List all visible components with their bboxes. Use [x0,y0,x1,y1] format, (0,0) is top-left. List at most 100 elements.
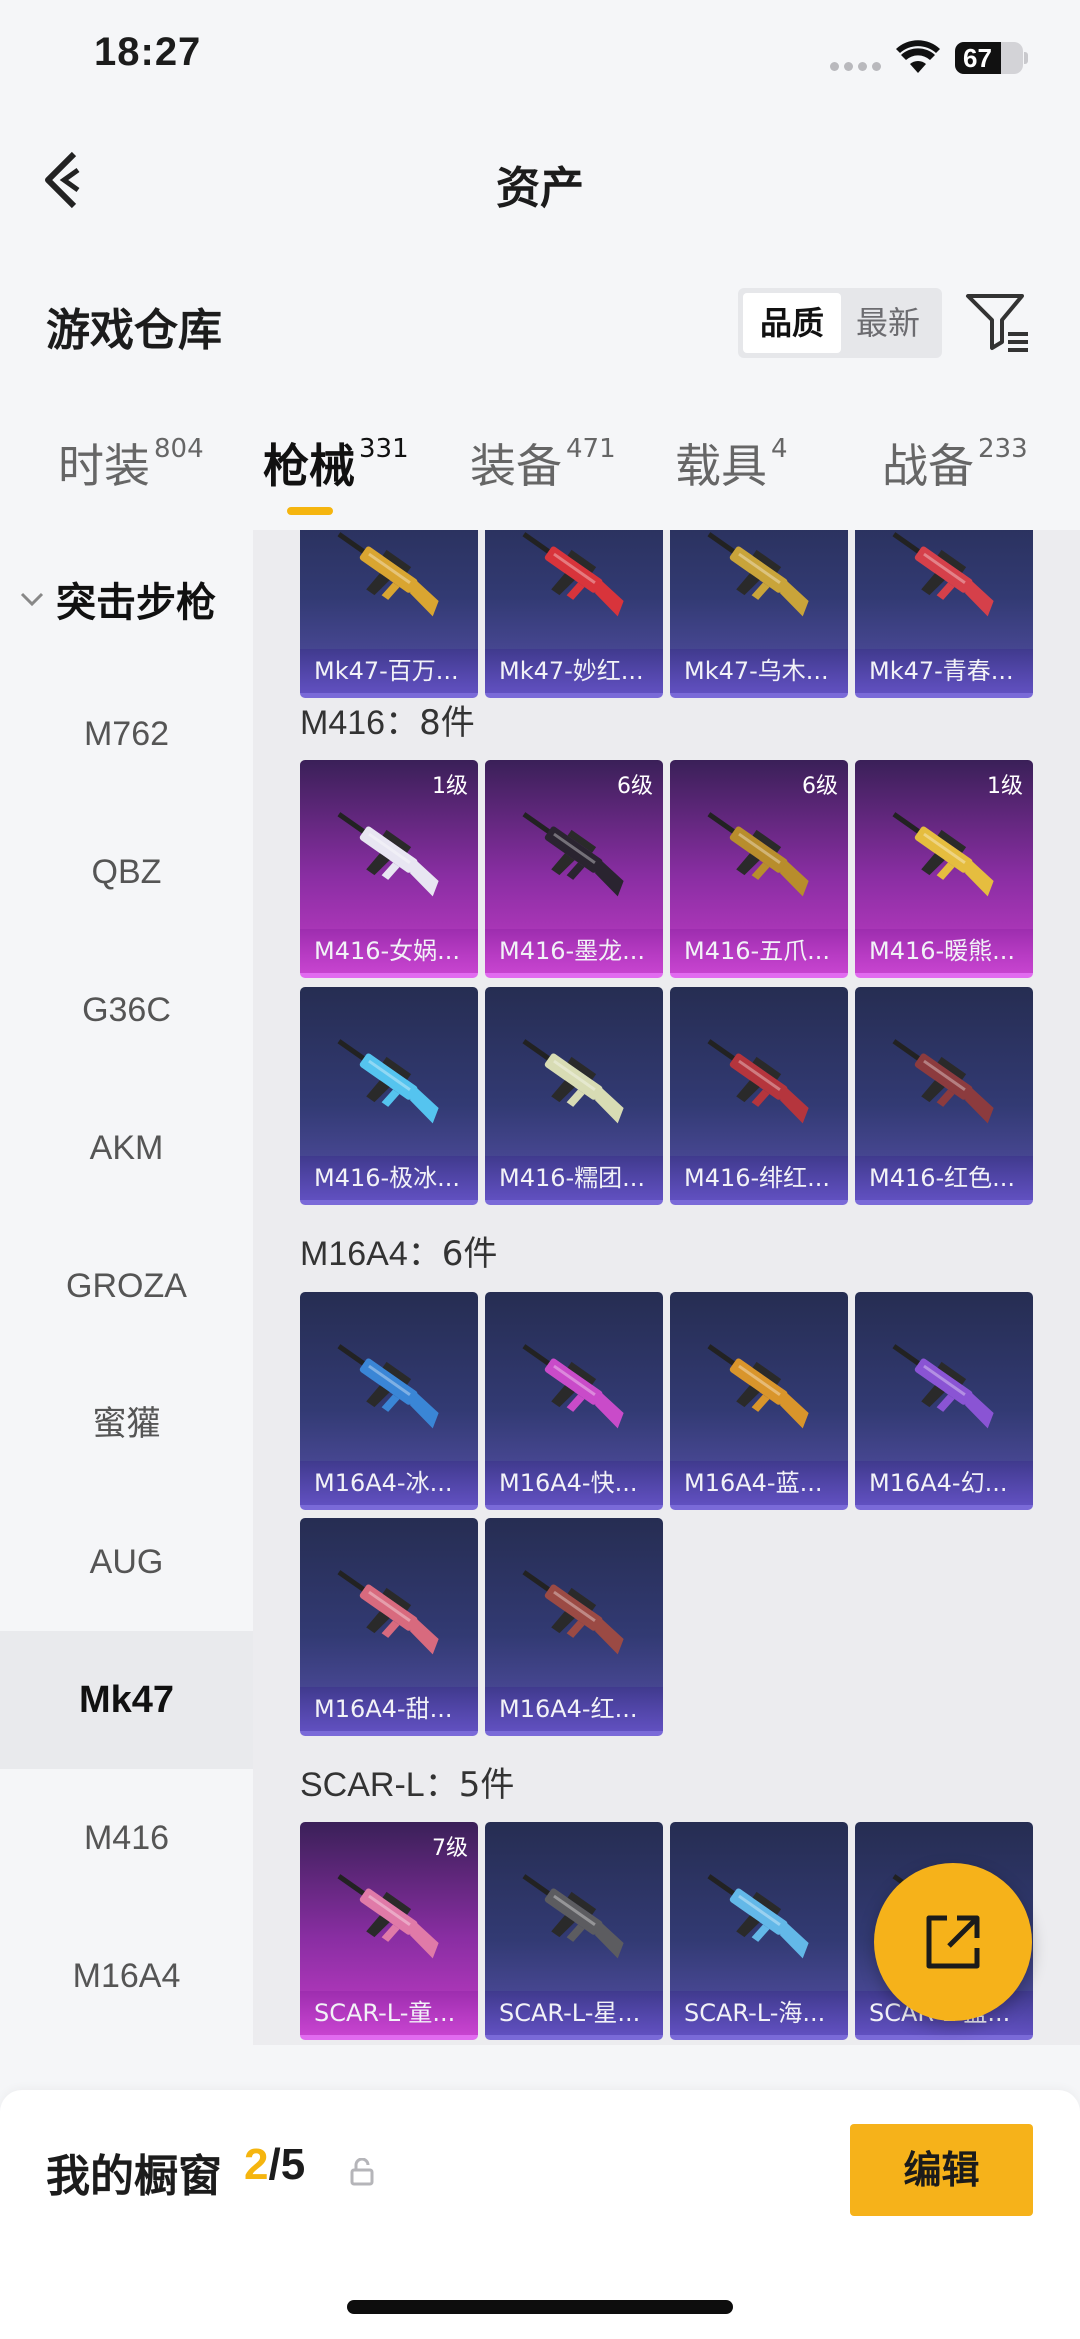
skin-card[interactable]: M16A4-幻... [855,1292,1033,1510]
weapon-skin-image [337,812,439,897]
weapon-skin-image [522,1039,624,1124]
wifi-icon [896,40,940,73]
skin-card[interactable]: M416-绯红... [670,987,848,1205]
sort-latest-button[interactable]: 最新 [839,293,937,353]
group-separator: ： [385,703,420,743]
skin-card[interactable]: M16A4-红... [485,1518,663,1736]
weapon-skin-image [522,1344,624,1429]
tab-count: 233 [978,434,1028,464]
tab-equipment[interactable]: 装备 471 [470,430,616,530]
skin-level: 1级 [987,774,1023,799]
nav-bar: 资产 [0,130,1080,230]
sort-quality-button[interactable]: 品质 [743,293,841,353]
weapon-skin-image [892,1039,994,1124]
skin-card[interactable]: Mk47-乌木... [670,530,848,698]
battery-tip [1024,52,1028,64]
category-item-mk47[interactable]: Mk47 [0,1631,253,1769]
tab-label: 时装 [58,439,150,493]
tab-label: 装备 [470,439,562,493]
skin-card[interactable]: Mk47-青春... [855,530,1033,698]
weapon-skin-image [707,532,809,617]
showcase-title: 我的橱窗 [46,2151,222,2202]
tab-count: 4 [771,434,788,464]
category-item-groza[interactable]: GROZA [0,1217,253,1355]
category-item-honey-badger[interactable]: 蜜獾 [0,1355,253,1493]
skin-card[interactable]: M16A4-蓝... [670,1292,848,1510]
category-item-akm[interactable]: AKM [0,1079,253,1217]
skin-card[interactable]: SCAR-L-海... [670,1822,848,2040]
weapon-category-list: 突击步枪 M762 QBZ G36C AKM GROZA 蜜獾 AUG Mk47… [0,530,253,2040]
share-fab-button[interactable] [874,1863,1032,2021]
skin-name: M416-暖熊... [855,929,1033,973]
tab-firearms[interactable]: 枪械 331 [263,430,409,530]
weapon-skin-image [337,1570,439,1655]
skin-name: SCAR-L-海... [670,1991,848,2035]
weapon-skin-image [522,812,624,897]
group-name: M16A4 [300,1235,408,1273]
skin-level: 6级 [617,774,653,799]
weapon-skin-image [522,1570,624,1655]
chevron-down-icon [20,592,44,607]
skin-card[interactable]: M416-极冰... [300,987,478,1205]
skin-card[interactable]: 7级 SCAR-L-童... [300,1822,478,2040]
skin-card[interactable]: 6级 M416-五爪... [670,760,848,978]
skin-card[interactable]: 1级 M416-女娲... [300,760,478,978]
category-item-m416[interactable]: M416 [0,1769,253,1907]
group-label-scar-l: SCAR-L：5件 [300,1757,514,1806]
skin-name: M16A4-幻... [855,1461,1033,1505]
cellular-signal-icon [830,62,881,71]
tab-label: 载具 [675,439,767,493]
group-name: SCAR-L [300,1766,425,1804]
skin-name: Mk47-乌木... [670,649,848,693]
weapon-skin-image [707,1874,809,1959]
category-group-assault-rifles[interactable]: 突击步枪 [18,570,216,628]
skin-card[interactable]: M416-红色... [855,987,1033,1205]
skin-name: M16A4-甜... [300,1687,478,1731]
skin-card[interactable]: M16A4-冰... [300,1292,478,1510]
skin-name: M416-糯团... [485,1156,663,1200]
skin-name: M416-红色... [855,1156,1033,1200]
skin-card[interactable]: Mk47-妙红... [485,530,663,698]
group-count: 6件 [441,1234,498,1274]
skin-name: M16A4-蓝... [670,1461,848,1505]
tab-vehicles[interactable]: 载具 4 [675,430,788,530]
skin-card[interactable]: SCAR-L-星... [485,1822,663,2040]
showcase-current: 2 [244,2140,269,2189]
tab-count: 804 [154,434,204,464]
skin-name: Mk47-青春... [855,649,1033,693]
category-item-m16a4[interactable]: M16A4 [0,1907,253,2040]
category-group-label: 突击步枪 [56,580,216,626]
category-item-aug[interactable]: AUG [0,1493,253,1631]
skin-card[interactable]: M16A4-甜... [300,1518,478,1736]
status-bar: 18:27 67 [0,0,1080,118]
skin-name: M16A4-快... [485,1461,663,1505]
filter-icon[interactable] [964,290,1030,354]
skin-card[interactable]: Mk47-百万... [300,530,478,698]
group-count: 8件 [419,703,475,743]
skin-card[interactable]: M416-糯团... [485,987,663,1205]
skin-name: M416-墨龙... [485,929,663,973]
weapon-skin-image [337,1039,439,1124]
weapon-skin-grid: Mk47-百万... Mk47-妙红... Mk47-乌木... Mk47-青春… [253,530,1080,2045]
page-title: 资产 [496,163,584,214]
skin-name: M16A4-冰... [300,1461,478,1505]
category-item-m762[interactable]: M762 [0,665,253,803]
group-separator: ： [407,1234,442,1274]
skin-card[interactable]: M16A4-快... [485,1292,663,1510]
skin-card[interactable]: 1级 M416-暖熊... [855,760,1033,978]
edit-button[interactable]: 编辑 [850,2124,1033,2216]
battery-percent: 67 [963,43,992,73]
weapon-skin-image [707,1344,809,1429]
skin-name: M416-绯红... [670,1156,848,1200]
weapon-skin-image [707,812,809,897]
unlock-icon [350,2158,374,2186]
skin-name: M416-女娲... [300,929,478,973]
category-item-g36c[interactable]: G36C [0,941,253,1079]
weapon-skin-image [337,1874,439,1959]
tab-supplies[interactable]: 战备 233 [882,430,1028,530]
tab-count: 331 [359,434,409,464]
skin-card[interactable]: 6级 M416-墨龙... [485,760,663,978]
warehouse-title: 游戏仓库 [46,305,222,356]
tab-fashion[interactable]: 时装 804 [58,430,204,530]
category-item-qbz[interactable]: QBZ [0,803,253,941]
